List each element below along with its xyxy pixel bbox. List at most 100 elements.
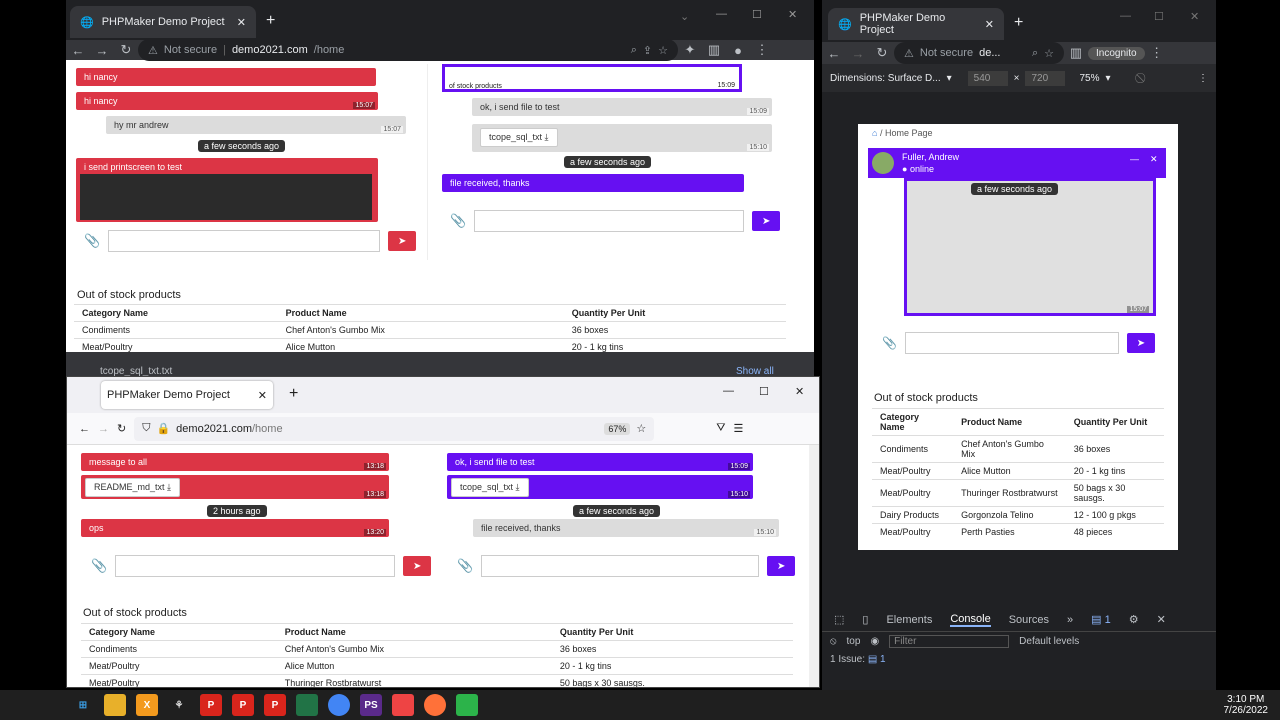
device-icon[interactable]: ▯ [862,613,868,626]
file-attachment[interactable]: README_md_txt ⤓ [85,478,181,497]
close-window-icon[interactable]: ✕ [1190,10,1199,23]
send-button[interactable]: ➤ [752,211,781,231]
reload-icon[interactable]: ↻ [870,45,894,61]
tab-phpmaker[interactable]: 🌐 PHPMaker Demo Project ✕ [70,6,256,38]
paperclip-icon[interactable]: 📎 [450,213,466,229]
sidebar-icon[interactable]: ▥ [1064,45,1088,61]
screenshot-thumbnail[interactable] [907,181,1153,313]
minimize-icon[interactable]: — [723,385,734,397]
close-window-icon[interactable]: ✕ [795,385,804,398]
tab-console[interactable]: Console [950,613,991,627]
more-icon[interactable]: ⋮ [1198,73,1208,84]
shield-icon[interactable]: ⛉ [142,422,150,435]
levels-select[interactable]: Default levels [1019,636,1079,647]
maximize-icon[interactable]: ☐ [759,385,769,398]
share-icon[interactable]: ⇪ [643,44,652,57]
app-icon[interactable] [392,694,414,716]
back-icon[interactable]: ← [66,43,90,58]
star-icon[interactable]: ☆ [1044,47,1054,60]
excel-icon[interactable] [296,694,318,716]
incognito-badge[interactable]: Incognito [1088,46,1145,60]
urlbar[interactable]: ⛉ 🔒 demo2021.com/home 67% ☆ [134,416,655,441]
close-icon[interactable]: ✕ [1157,613,1166,626]
send-button[interactable]: ➤ [767,556,796,576]
xampp-icon[interactable]: X [136,694,158,716]
tab-elements[interactable]: Elements [886,614,932,626]
chrome-icon[interactable] [328,694,350,716]
close-tab-icon[interactable]: ✕ [985,18,994,31]
paperclip-icon[interactable]: 📎 [91,558,107,574]
new-tab-icon[interactable]: + [266,12,275,30]
close-tab-icon[interactable]: ✕ [237,16,246,29]
forward-icon[interactable]: → [98,423,109,435]
new-tab-icon[interactable]: + [289,385,298,403]
close-chat-icon[interactable]: ✕ [1150,154,1158,165]
phpmaker-icon[interactable]: P [264,694,286,716]
tab-phpmaker[interactable]: 🌐 PHPMaker Demo Project ✕ [828,8,1004,40]
context-select[interactable]: top [847,636,861,647]
chat-input[interactable] [474,210,745,232]
avatar[interactable]: ● [726,43,750,58]
eye-icon[interactable]: ◉ [870,636,879,647]
scrollbar[interactable] [809,445,819,687]
paperclip-icon[interactable]: 📎 [882,336,897,350]
windows-start-icon[interactable]: ⊞ [72,694,94,716]
send-button[interactable]: ➤ [1126,333,1155,353]
forward-icon[interactable]: → [846,46,870,61]
sidebar-icon[interactable]: ▥ [702,42,726,58]
height-input[interactable]: 720 [1025,70,1066,86]
star-icon[interactable]: ☆ [636,422,646,435]
minimize-icon[interactable]: — [1120,10,1131,22]
reload-icon[interactable]: ↻ [114,42,138,58]
menu-icon[interactable]: ☰ [733,422,743,435]
forward-icon[interactable]: → [90,43,114,58]
tab-phpmaker[interactable]: PHPMaker Demo Project ✕ [101,381,273,409]
dimensions-select[interactable]: Dimensions: Surface D... [830,73,941,84]
paperclip-icon[interactable]: 📎 [84,233,100,249]
minimize-icon[interactable]: — [716,8,727,20]
send-button[interactable]: ➤ [403,556,432,576]
close-window-icon[interactable]: ✕ [788,8,797,21]
menu-icon[interactable]: ⋮ [750,42,774,58]
chevron-down-icon[interactable]: ⌄ [680,10,689,23]
zoom-badge[interactable]: 67% [604,422,631,435]
firefox-icon[interactable] [424,694,446,716]
file-attachment[interactable]: tcope_sql_txt ⤓ [451,478,529,497]
omnibox[interactable]: ⚠ Not secure | demo2021.com/home ⌕ ⇪ ☆ [138,39,678,61]
phpstorm-icon[interactable]: PS [360,694,382,716]
app-icon[interactable]: ⚘ [168,694,190,716]
maximize-icon[interactable]: ☐ [752,8,762,21]
gear-icon[interactable]: ⚙ [1129,613,1139,626]
new-tab-icon[interactable]: + [1014,14,1023,32]
chat-input[interactable] [115,555,396,577]
search-icon[interactable]: ⌕ [631,44,637,57]
app-icon[interactable] [456,694,478,716]
inspect-icon[interactable]: ⬚ [834,613,844,626]
omnibox[interactable]: ⚠ Not secure de... ⌕ ☆ [894,42,1064,64]
chat-input[interactable] [904,332,1119,354]
block-icon[interactable]: ⦸ [830,636,837,647]
maximize-icon[interactable]: ☐ [1154,10,1164,23]
screenshot-thumbnail[interactable] [80,174,372,220]
width-input[interactable]: 540 [967,70,1008,86]
paperclip-icon[interactable]: 📎 [457,558,473,574]
search-icon[interactable]: ⌕ [1032,47,1038,60]
back-icon[interactable]: ← [79,423,90,435]
pocket-icon[interactable]: ⛛ [716,422,725,435]
clock[interactable]: 3:10 PM 7/26/2022 [1224,694,1269,716]
zoom-select[interactable]: 75% [1079,73,1099,84]
menu-icon[interactable]: ⋮ [1145,45,1169,61]
phpmaker-icon[interactable]: P [200,694,222,716]
filter-input[interactable]: Filter [889,634,1010,648]
file-explorer-icon[interactable] [104,694,126,716]
more-tabs-icon[interactable]: » [1067,614,1073,626]
tab-sources[interactable]: Sources [1009,614,1049,626]
close-tab-icon[interactable]: ✕ [258,389,267,402]
file-attachment[interactable]: tcope_sql_txt ⤓ [480,128,558,147]
issues-badge[interactable]: ▤ 1 [1091,613,1111,626]
minimize-chat-icon[interactable]: — [1130,154,1139,164]
reload-icon[interactable]: ↻ [117,422,126,435]
back-icon[interactable]: ← [822,46,846,61]
home-icon[interactable]: ⌂ [872,128,877,138]
chat-input[interactable] [108,230,381,252]
